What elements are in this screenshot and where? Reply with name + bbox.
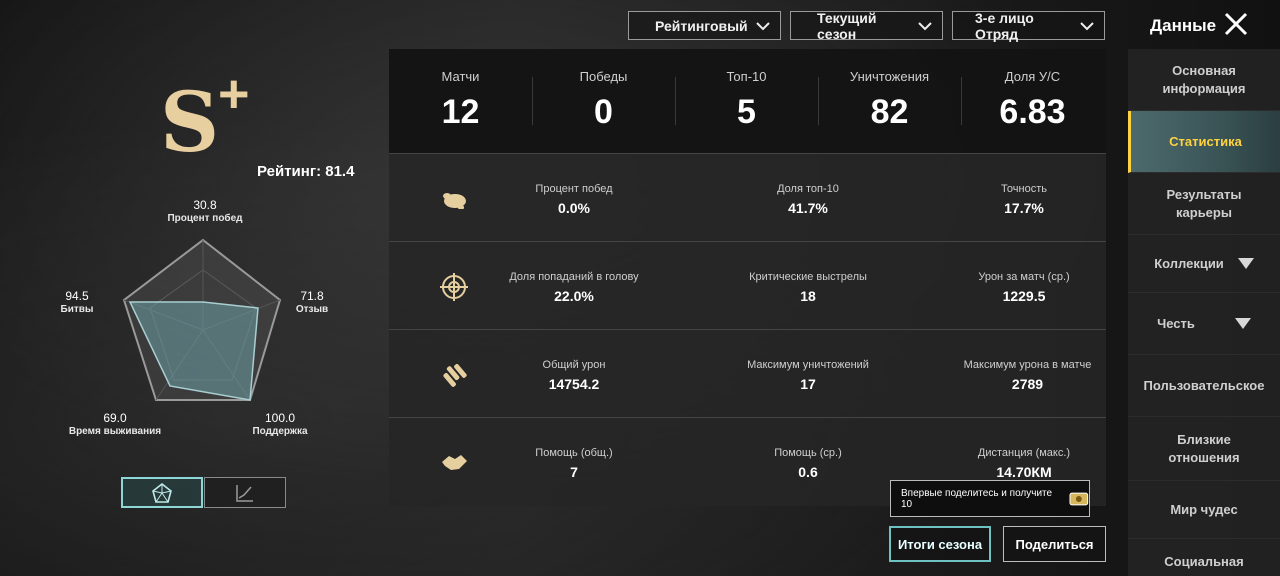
radar-view-toggle[interactable] [121, 477, 203, 508]
season-summary-button[interactable]: Итоги сезона [889, 526, 991, 562]
sidebar-item-collections[interactable]: Коллекции [1128, 235, 1280, 293]
sidebar-item-statistics[interactable]: Статистика [1128, 111, 1280, 173]
rank-badge: S + [160, 64, 270, 171]
stat-total-damage: Общий урон 14754.2 [542, 359, 606, 392]
summary-kd: Доля У/С 6.83 [999, 69, 1066, 131]
stat-total-assists: Помощь (общ.) 7 [535, 447, 613, 480]
perspective-dropdown-label: 3-е лицо Отряд [975, 9, 1034, 42]
perspective-dropdown[interactable]: 3-е лицо Отряд [952, 9, 1105, 42]
sidebar: Основная информация Статистика Результат… [1128, 49, 1280, 576]
bullets-icon [443, 364, 467, 387]
stat-avg-damage: Урон за матч (ср.) 1229.5 [978, 271, 1070, 304]
tooltip-text: Впервые поделитесь и получите 10 [901, 487, 1053, 510]
crosshair-icon [440, 273, 468, 301]
rating-score: Рейтинг: 81.4 [257, 163, 355, 180]
pentagon-icon [152, 482, 172, 503]
sidebar-item-custom[interactable]: Пользовательское [1128, 355, 1280, 417]
mode-dropdown-label: Рейтинговый [655, 17, 748, 34]
stats-row-damage: Общий урон 14754.2 Максимум уничтожений … [389, 329, 1106, 417]
stat-top10-rate: Доля топ-10 41.7% [777, 183, 839, 216]
stat-win-rate: Процент побед 0.0% [535, 183, 613, 216]
chicken-icon [443, 193, 466, 209]
sidebar-item-career-results[interactable]: Результаты карьеры [1128, 173, 1280, 235]
radar-label-win-rate: 30.8 Процент побед [167, 198, 243, 224]
sidebar-item-social[interactable]: Социальная [1128, 539, 1280, 576]
stats-row-shooting: Доля попаданий в голову 22.0% Критически… [389, 241, 1106, 329]
close-button[interactable] [1218, 6, 1254, 42]
trend-view-toggle[interactable] [204, 477, 286, 508]
rank-tier: S [160, 75, 220, 171]
stat-max-damage: Максимум урона в матче 2789 [963, 359, 1092, 392]
stat-headshot-rate: Доля попаданий в голову 22.0% [509, 271, 639, 304]
stat-max-distance: Дистанция (макс.) 14.70КМ [977, 447, 1071, 480]
close-icon [1224, 12, 1248, 36]
page-title: Данные [1150, 16, 1217, 35]
stat-critical-shots: Критические выстрелы 18 [749, 271, 867, 304]
summary-kills: Уничтожения 82 [849, 69, 930, 131]
share-reward-tooltip: Впервые поделитесь и получите 10 [890, 480, 1090, 517]
season-dropdown-label: Текущий сезон [817, 9, 877, 42]
summary-bar: Матчи 12 Победы 0 Топ-10 5 Уничтожения 8… [389, 49, 1106, 153]
handshake-icon [442, 455, 467, 470]
summary-wins: Победы 0 [579, 69, 628, 131]
sidebar-item-relationships[interactable]: Близкие отношения [1128, 417, 1280, 481]
sidebar-item-honor[interactable]: Честь [1128, 293, 1280, 355]
summary-matches: Матчи 12 [441, 69, 480, 131]
triangle-down-icon [1237, 258, 1254, 269]
stat-accuracy: Точность 17.7% [1001, 183, 1047, 216]
mode-dropdown[interactable]: Рейтинговый [628, 11, 781, 40]
radar-label-feedback: 71.8 Отзыв [295, 289, 329, 315]
share-button[interactable]: Поделиться [1003, 526, 1106, 562]
stats-panel: Матчи 12 Победы 0 Топ-10 5 Уничтожения 8… [389, 49, 1106, 506]
radar-chart [122, 238, 282, 401]
chevron-down-icon [756, 19, 770, 33]
coupon-icon [1069, 492, 1089, 505]
summary-top10: Топ-10 5 [726, 69, 767, 131]
radar-label-battles: 94.5 Битвы [60, 289, 94, 315]
radar-label-survival: 69.0 Время выживания [68, 411, 162, 437]
stats-row-wins: Процент побед 0.0% Доля топ-10 41.7% Точ… [389, 153, 1106, 241]
radar-label-support: 100.0 Поддержка [252, 411, 308, 437]
line-chart-icon [236, 484, 253, 502]
sidebar-item-basic-info[interactable]: Основная информация [1128, 49, 1280, 111]
triangle-down-icon [1234, 318, 1251, 329]
sidebar-item-wonderland[interactable]: Мир чудес [1128, 481, 1280, 539]
season-dropdown[interactable]: Текущий сезон [790, 9, 943, 42]
chevron-down-icon [918, 19, 932, 33]
stat-max-kills: Максимум уничтожений 17 [747, 359, 869, 392]
stat-avg-assists: Помощь (ср.) 0.6 [774, 447, 842, 480]
rank-plus: + [218, 64, 250, 124]
chevron-down-icon [1080, 19, 1094, 33]
